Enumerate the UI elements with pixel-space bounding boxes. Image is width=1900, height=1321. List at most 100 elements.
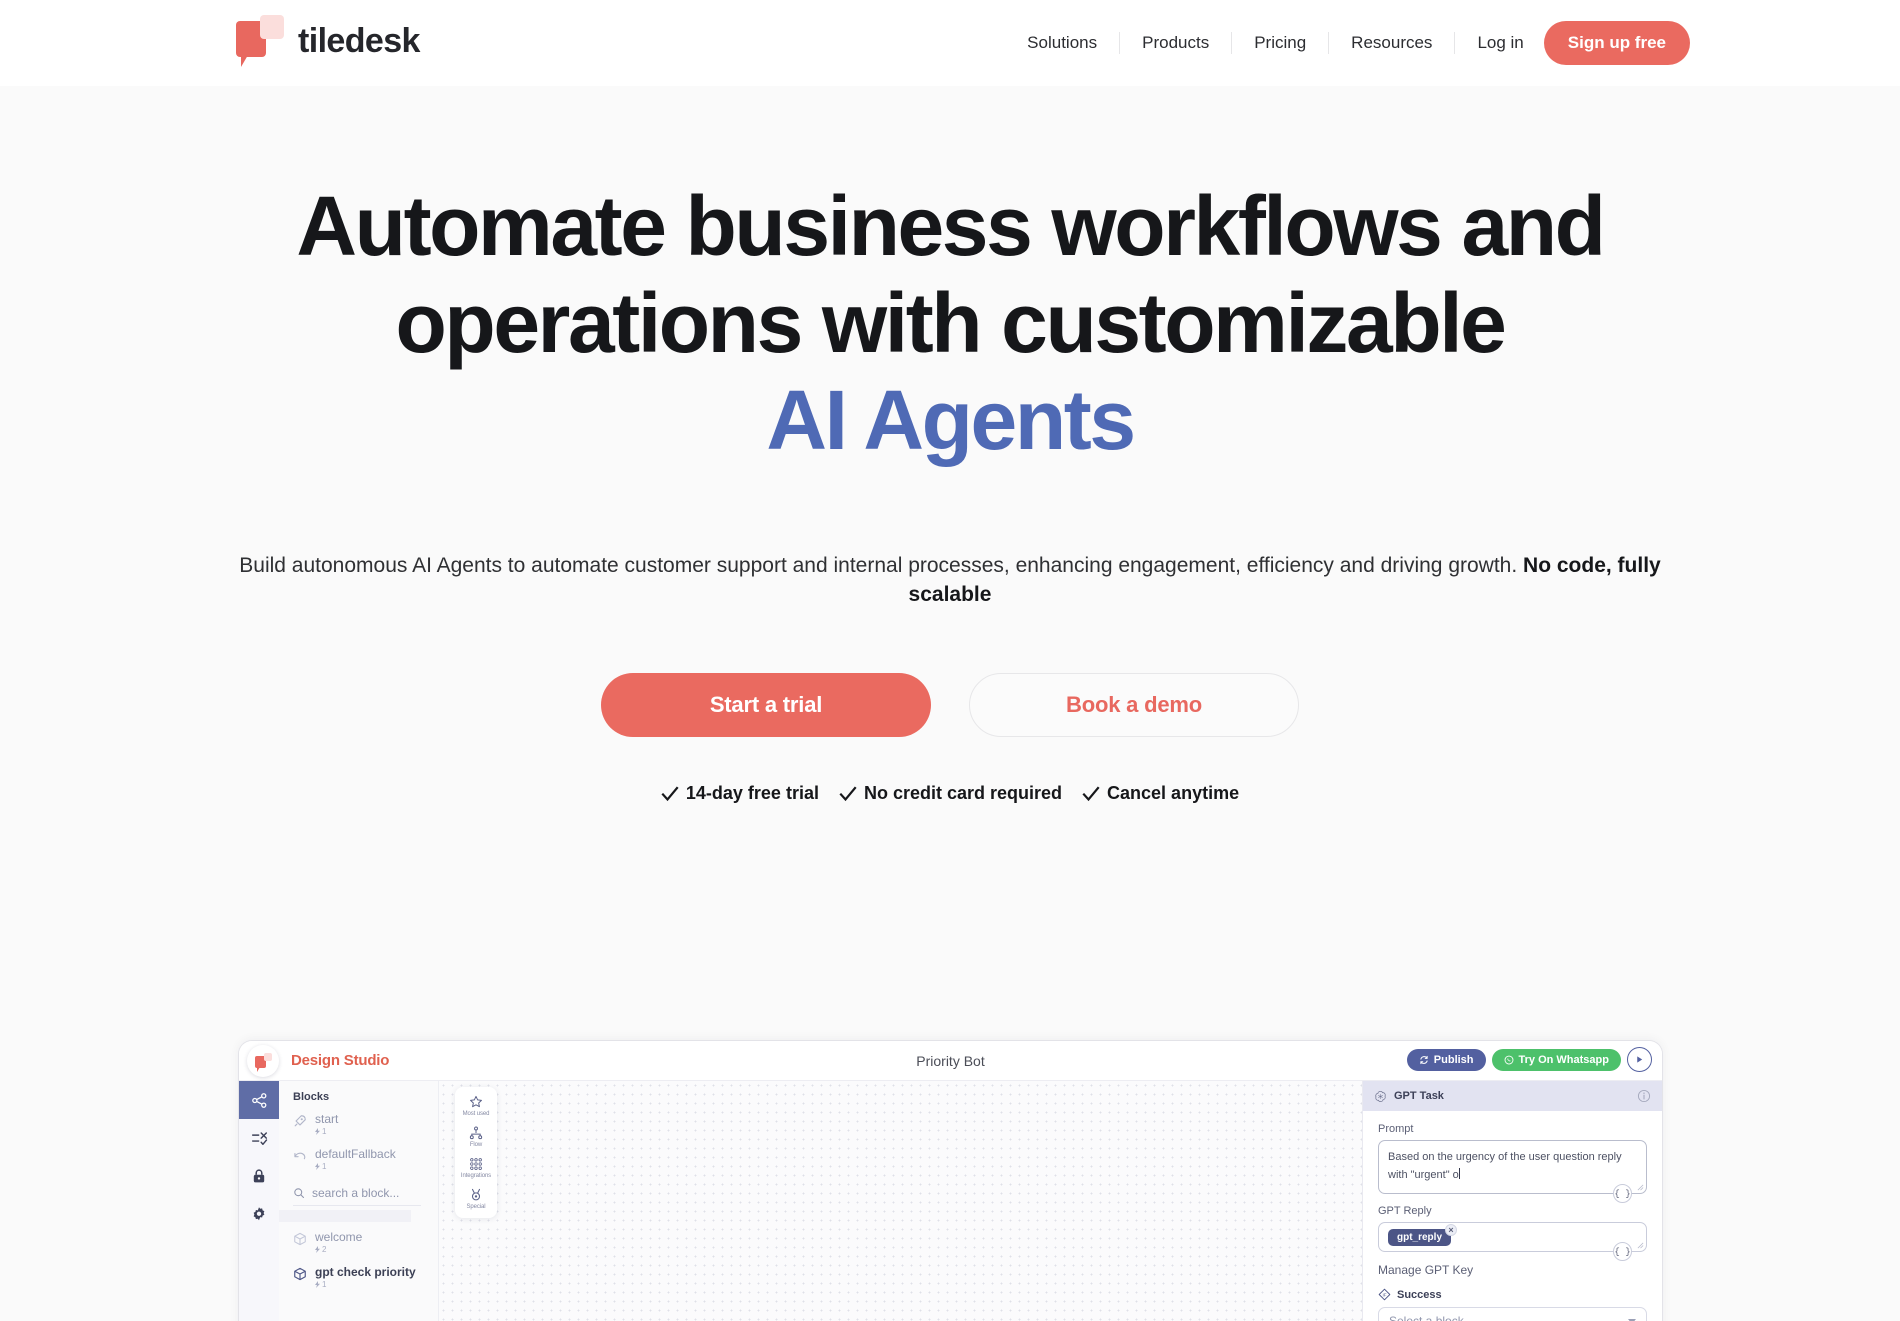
badge-cancel-anytime: Cancel anytime xyxy=(1082,783,1239,804)
undo-icon xyxy=(294,1152,306,1160)
tool-label: Most used xyxy=(462,1111,490,1117)
block-item-gpt-check-priority[interactable]: gpt check priority 1 xyxy=(293,1265,438,1290)
block-name: defaultFallback xyxy=(315,1147,396,1161)
resize-grip-icon[interactable] xyxy=(1637,1242,1644,1249)
select-value: Select a block xyxy=(1389,1314,1464,1321)
count-value: 1 xyxy=(322,1280,327,1289)
nav-item-login[interactable]: Log in xyxy=(1455,32,1543,54)
refresh-icon xyxy=(1420,1055,1428,1064)
count-value: 2 xyxy=(322,1245,327,1254)
nav-links: Solutions Products Pricing Resources Log… xyxy=(1005,32,1544,54)
count-value: 1 xyxy=(322,1127,327,1136)
badge-label: Cancel anytime xyxy=(1107,783,1240,803)
openai-icon xyxy=(1375,1090,1386,1102)
nav-item-resources[interactable]: Resources xyxy=(1329,32,1456,54)
hero-title-line1: Automate business workflows and xyxy=(296,179,1606,273)
page-title: Automate business workflows and operatio… xyxy=(240,178,1660,469)
braces-icon[interactable]: { } xyxy=(1613,1184,1632,1203)
gpt-reply-field[interactable]: gpt_reply × { } xyxy=(1378,1222,1647,1261)
block-item-start[interactable]: start 1 xyxy=(293,1112,438,1137)
trust-badges: 14-day free trial No credit card require… xyxy=(0,783,1900,804)
info-icon[interactable] xyxy=(1637,1089,1651,1103)
success-label: Success xyxy=(1397,1288,1442,1301)
icon-rail xyxy=(239,1081,279,1321)
block-item-welcome[interactable]: welcome 2 xyxy=(293,1230,438,1255)
rail-item-settings[interactable] xyxy=(239,1195,279,1233)
medal-icon xyxy=(471,1188,481,1201)
book-demo-button[interactable]: Book a demo xyxy=(969,673,1299,737)
prompt-textarea[interactable]: Based on the urgency of the user questio… xyxy=(1378,1140,1647,1203)
gpt-task-panel: GPT Task Prompt Based on the urgency of … xyxy=(1362,1081,1662,1321)
play-circle-icon[interactable] xyxy=(1627,1047,1652,1072)
tool-special[interactable]: Special xyxy=(467,1188,486,1210)
hero-subtitle-normal: Build autonomous AI Agents to automate c… xyxy=(239,554,1524,577)
rail-item-security[interactable] xyxy=(239,1157,279,1195)
nav-item-pricing[interactable]: Pricing xyxy=(1232,32,1330,54)
braces-icon[interactable]: { } xyxy=(1613,1242,1632,1261)
search-block-input[interactable] xyxy=(312,1186,412,1200)
hero-subtitle: Build autonomous AI Agents to automate c… xyxy=(235,551,1665,609)
grid-dots-icon xyxy=(470,1158,482,1170)
success-block-select[interactable]: Select a block xyxy=(1378,1307,1647,1321)
hero-title-line2: operations with customizable xyxy=(395,276,1507,370)
block-item-defaultfallback[interactable]: defaultFallback 1 xyxy=(293,1147,438,1172)
block-count: 1 xyxy=(315,1161,396,1172)
if-condition-icon: IF xyxy=(1378,1288,1391,1301)
tool-label: Special xyxy=(466,1204,486,1210)
signup-free-button[interactable]: Sign up free xyxy=(1543,21,1690,65)
logo[interactable]: tiledesk xyxy=(236,15,420,67)
count-value: 1 xyxy=(322,1162,327,1171)
success-condition-row: IF Success xyxy=(1378,1288,1647,1301)
badge-label: No credit card required xyxy=(863,783,1063,803)
try-on-whatsapp-button[interactable]: Try On Whatsapp xyxy=(1491,1048,1621,1071)
search-block-row[interactable] xyxy=(293,1186,421,1206)
whatsapp-icon xyxy=(1504,1055,1513,1064)
block-count: 1 xyxy=(315,1126,338,1137)
rocket-icon xyxy=(294,1115,306,1127)
check-icon xyxy=(661,785,679,801)
flow-canvas[interactable]: Most used Flow Integrations Special xyxy=(439,1081,1362,1321)
block-count: 2 xyxy=(315,1244,362,1255)
whatsapp-label: Try On Whatsapp xyxy=(1518,1053,1609,1066)
gear-icon xyxy=(253,1207,265,1221)
resize-grip-icon[interactable] xyxy=(1637,1184,1644,1191)
publish-button[interactable]: Publish xyxy=(1406,1048,1486,1071)
tiledesk-logo-icon xyxy=(236,15,284,67)
check-icon xyxy=(839,785,857,801)
chip-label: gpt_reply xyxy=(1397,1232,1443,1243)
cube-icon xyxy=(294,1267,306,1281)
check-icon xyxy=(1082,785,1100,801)
main-nav: Solutions Products Pricing Resources Log… xyxy=(1005,0,1690,86)
block-name: gpt check priority xyxy=(315,1265,416,1279)
manage-gpt-key-link[interactable]: Manage GPT Key xyxy=(1378,1263,1647,1277)
gpt-reply-chip[interactable]: gpt_reply × xyxy=(1388,1224,1458,1246)
prompt-label: Prompt xyxy=(1378,1123,1414,1135)
nav-item-products[interactable]: Products xyxy=(1120,32,1233,54)
start-trial-button[interactable]: Start a trial xyxy=(601,673,931,737)
cube-icon xyxy=(294,1232,306,1246)
tool-integrations[interactable]: Integrations xyxy=(461,1157,491,1179)
bolt-icon xyxy=(315,1246,320,1253)
hero-title-accent: AI Agents xyxy=(766,373,1136,467)
close-icon[interactable]: × xyxy=(1445,1224,1458,1236)
tool-most-used[interactable]: Most used xyxy=(462,1095,490,1117)
badge-label: 14-day free trial xyxy=(685,783,819,803)
cta-row: Start a trial Book a demo xyxy=(0,673,1900,737)
flow-nodes-icon xyxy=(469,1126,483,1140)
rail-item-tests[interactable] xyxy=(239,1119,279,1157)
prompt-value: Based on the urgency of the user questio… xyxy=(1388,1151,1622,1181)
tool-label: Flow xyxy=(469,1142,483,1148)
topbar-actions: Publish Try On Whatsapp xyxy=(1406,1047,1652,1072)
tool-flow[interactable]: Flow xyxy=(469,1126,483,1148)
app-preview-window: Design Studio Priority Bot Publish Try O… xyxy=(238,1040,1663,1321)
nav-item-solutions[interactable]: Solutions xyxy=(1005,32,1121,54)
gpt-task-title: GPT Task xyxy=(1394,1090,1444,1102)
rail-item-flow[interactable] xyxy=(239,1081,279,1119)
blocks-heading: Blocks xyxy=(293,1091,330,1103)
panel-divider xyxy=(279,1210,411,1222)
hero-section: Automate business workflows and operatio… xyxy=(0,86,1900,1321)
app-body: Blocks start 1 defaultFallback 1 search … xyxy=(239,1081,1662,1321)
block-name: start xyxy=(315,1112,339,1126)
block-count: 1 xyxy=(315,1279,416,1290)
badge-no-credit-card: No credit card required xyxy=(839,783,1062,804)
